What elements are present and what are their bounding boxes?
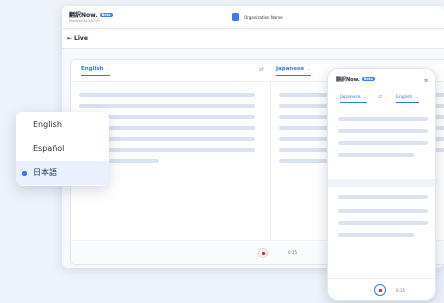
swap-icon[interactable]: ⇄ <box>259 66 264 73</box>
logo-title: 翻訳Now. <box>69 12 98 19</box>
language-option-espanol[interactable]: Español <box>16 137 109 161</box>
logo-subtitle: Powered by NICT/PI <box>69 19 100 23</box>
phone-source-language-label: Japanese <box>340 95 361 100</box>
language-option-label: 日本語 <box>33 168 57 177</box>
text-placeholder <box>338 233 414 237</box>
language-option-label: English <box>33 120 62 129</box>
chevron-down-icon: ⌄ <box>106 67 111 72</box>
phone-record-button[interactable] <box>374 284 386 296</box>
text-placeholder <box>79 104 255 108</box>
target-language-label: Japanese <box>276 66 305 72</box>
phone-recording-timer: 0:15 <box>396 288 405 293</box>
text-placeholder <box>338 117 428 121</box>
text-placeholder <box>338 221 428 225</box>
source-language-tab[interactable]: English ⌄ <box>81 66 111 76</box>
page-title: Live <box>74 35 88 42</box>
text-placeholder <box>338 195 428 199</box>
stop-icon <box>378 288 382 292</box>
text-placeholder <box>338 129 428 133</box>
hamburger-icon[interactable]: ≡ <box>424 78 428 84</box>
record-button[interactable] <box>258 248 268 258</box>
text-placeholder <box>338 209 428 213</box>
chevron-down-icon: ⌄ <box>363 95 368 100</box>
recording-timer: 0:15 <box>288 250 297 255</box>
beta-badge: Beta <box>99 13 113 17</box>
selected-dot-icon <box>22 171 27 176</box>
text-placeholder <box>338 141 428 145</box>
language-dropdown: English Español 日本語 <box>16 112 109 186</box>
top-bar: 翻訳Now. Beta Powered by NICT/PI Organizati… <box>62 6 444 29</box>
chevron-down-icon: ⌄ <box>307 67 311 72</box>
phone-beta-badge: Beta <box>361 77 375 81</box>
phone-recording-footer: 0:15 <box>328 278 435 300</box>
organization-selector[interactable]: Organization Name <box>232 13 283 21</box>
organization-name: Organization Name <box>244 14 283 20</box>
app-logo[interactable]: 翻訳Now. Beta Powered by NICT/PI <box>69 10 113 23</box>
language-option-label: Español <box>33 144 65 153</box>
phone-target-language-label: English <box>396 95 413 100</box>
phone-app-logo[interactable]: 翻訳Now. Beta <box>336 76 375 83</box>
phone-mockup: 翻訳Now. Beta ≡ Japanese ⌄ ⇄ English ⌄ 0:15 <box>327 68 436 301</box>
target-language-tab[interactable]: Japanese ⌄ <box>276 66 311 76</box>
stop-icon <box>261 251 265 255</box>
source-language-label: English <box>81 66 104 72</box>
phone-swap-icon[interactable]: ⇄ <box>378 94 382 100</box>
phone-logo-title: 翻訳Now. <box>336 77 360 83</box>
building-icon <box>232 13 239 21</box>
chevron-down-icon: ⌄ <box>415 95 420 100</box>
phone-source-language-tab[interactable]: Japanese ⌄ <box>340 95 368 103</box>
phone-section-divider <box>328 179 435 187</box>
language-option-english[interactable]: English <box>16 113 109 137</box>
text-placeholder <box>79 93 255 97</box>
back-icon[interactable]: ⇤ <box>67 35 72 42</box>
phone-target-language-tab[interactable]: English ⌄ <box>396 95 420 103</box>
text-placeholder <box>338 153 414 157</box>
page-header: ⇤ Live <box>62 29 444 49</box>
language-option-japanese[interactable]: 日本語 <box>16 161 109 185</box>
column-divider <box>270 82 271 242</box>
